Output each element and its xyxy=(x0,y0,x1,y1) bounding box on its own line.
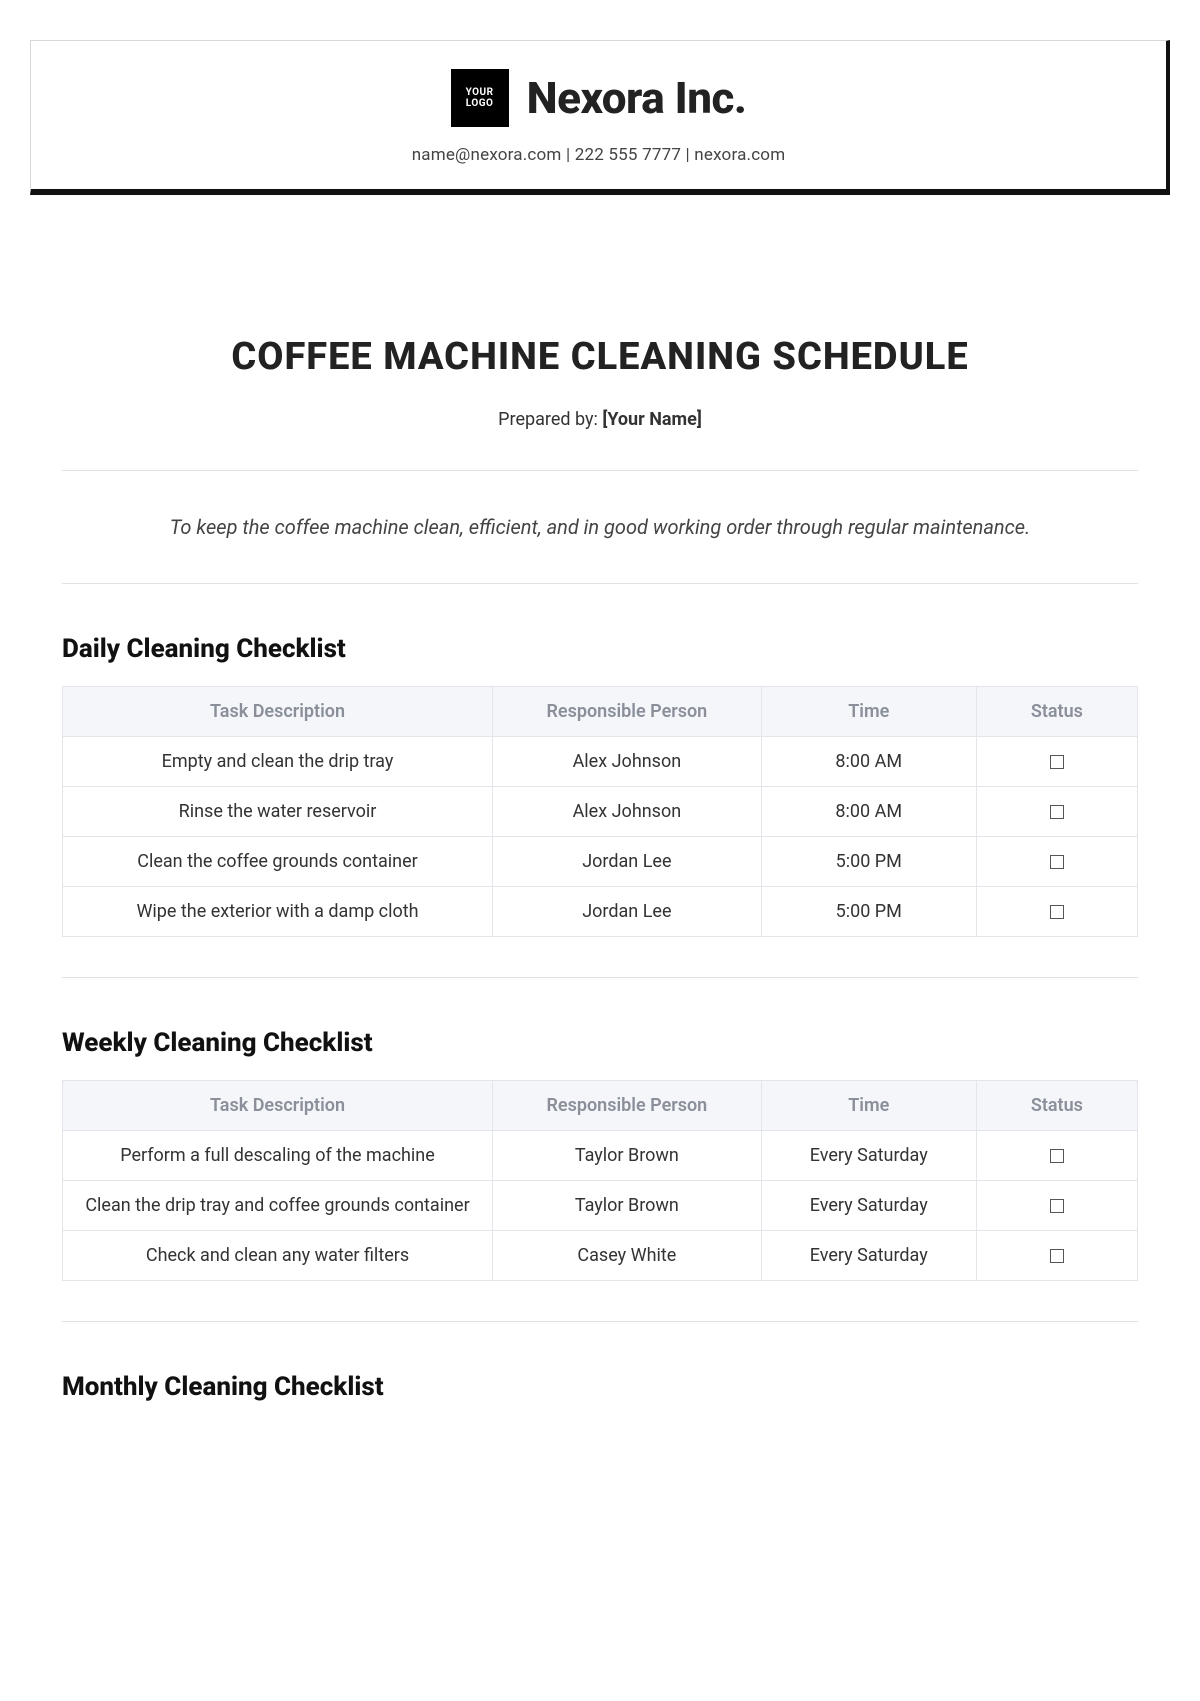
cell-person: Taylor Brown xyxy=(493,1131,762,1181)
cell-status xyxy=(976,1181,1137,1231)
divider xyxy=(62,977,1138,978)
cell-person: Casey White xyxy=(493,1231,762,1281)
table-row: Clean the drip tray and coffee grounds c… xyxy=(63,1181,1138,1231)
cell-person: Jordan Lee xyxy=(493,887,762,937)
cell-task: Wipe the exterior with a damp cloth xyxy=(63,887,493,937)
cell-task: Empty and clean the drip tray xyxy=(63,737,493,787)
cell-status xyxy=(976,787,1137,837)
cell-person: Alex Johnson xyxy=(493,787,762,837)
checkbox-icon[interactable] xyxy=(1050,1199,1064,1213)
cell-time: 8:00 AM xyxy=(761,737,976,787)
table-row: Clean the coffee grounds container Jorda… xyxy=(63,837,1138,887)
weekly-table: Task Description Responsible Person Time… xyxy=(62,1080,1138,1281)
checkbox-icon[interactable] xyxy=(1050,755,1064,769)
checkbox-icon[interactable] xyxy=(1050,805,1064,819)
contact-line: name@nexora.com | 222 555 7777 | nexora.… xyxy=(51,145,1146,165)
cell-status xyxy=(976,737,1137,787)
table-header-row: Task Description Responsible Person Time… xyxy=(63,1081,1138,1131)
cell-time: Every Saturday xyxy=(761,1181,976,1231)
company-name: Nexora Inc. xyxy=(527,72,747,124)
checkbox-icon[interactable] xyxy=(1050,905,1064,919)
cell-status xyxy=(976,837,1137,887)
cell-task: Clean the drip tray and coffee grounds c… xyxy=(63,1181,493,1231)
table-row: Rinse the water reservoir Alex Johnson 8… xyxy=(63,787,1138,837)
section-title-daily: Daily Cleaning Checklist xyxy=(62,634,1138,664)
cell-time: Every Saturday xyxy=(761,1131,976,1181)
divider xyxy=(62,583,1138,584)
section-title-weekly: Weekly Cleaning Checklist xyxy=(62,1028,1138,1058)
logo-row: YOUR LOGO Nexora Inc. xyxy=(51,69,1146,127)
prepared-by-label: Prepared by: xyxy=(498,409,602,430)
cell-person: Alex Johnson xyxy=(493,737,762,787)
header-card: YOUR LOGO Nexora Inc. name@nexora.com | … xyxy=(30,40,1170,195)
checkbox-icon[interactable] xyxy=(1050,1249,1064,1263)
table-row: Perform a full descaling of the machine … xyxy=(63,1131,1138,1181)
cell-person: Jordan Lee xyxy=(493,837,762,887)
cell-task: Clean the coffee grounds container xyxy=(63,837,493,887)
cell-time: 8:00 AM xyxy=(761,787,976,837)
cell-time: 5:00 PM xyxy=(761,887,976,937)
checkbox-icon[interactable] xyxy=(1050,855,1064,869)
table-row: Wipe the exterior with a damp cloth Jord… xyxy=(63,887,1138,937)
document-body: COFFEE MACHINE CLEANING SCHEDULE Prepare… xyxy=(30,335,1170,1402)
document-title: COFFEE MACHINE CLEANING SCHEDULE xyxy=(62,335,1138,379)
cell-task: Check and clean any water filters xyxy=(63,1231,493,1281)
cell-time: 5:00 PM xyxy=(761,837,976,887)
col-status: Status xyxy=(976,1081,1137,1131)
col-status: Status xyxy=(976,687,1137,737)
cell-status xyxy=(976,1131,1137,1181)
prepared-by-placeholder: [Your Name] xyxy=(602,409,702,430)
cell-task: Perform a full descaling of the machine xyxy=(63,1131,493,1181)
divider xyxy=(62,1321,1138,1322)
cell-status xyxy=(976,887,1137,937)
logo-placeholder: YOUR LOGO xyxy=(451,69,509,127)
purpose-statement: To keep the coffee machine clean, effici… xyxy=(62,471,1138,583)
table-header-row: Task Description Responsible Person Time… xyxy=(63,687,1138,737)
col-time: Time xyxy=(761,1081,976,1131)
col-time: Time xyxy=(761,687,976,737)
section-title-monthly: Monthly Cleaning Checklist xyxy=(62,1372,1138,1402)
daily-table: Task Description Responsible Person Time… xyxy=(62,686,1138,937)
cell-task: Rinse the water reservoir xyxy=(63,787,493,837)
table-row: Empty and clean the drip tray Alex Johns… xyxy=(63,737,1138,787)
cell-time: Every Saturday xyxy=(761,1231,976,1281)
col-task: Task Description xyxy=(63,687,493,737)
col-person: Responsible Person xyxy=(493,1081,762,1131)
table-row: Check and clean any water filters Casey … xyxy=(63,1231,1138,1281)
col-task: Task Description xyxy=(63,1081,493,1131)
col-person: Responsible Person xyxy=(493,687,762,737)
cell-status xyxy=(976,1231,1137,1281)
prepared-by: Prepared by: [Your Name] xyxy=(62,409,1138,430)
cell-person: Taylor Brown xyxy=(493,1181,762,1231)
checkbox-icon[interactable] xyxy=(1050,1149,1064,1163)
